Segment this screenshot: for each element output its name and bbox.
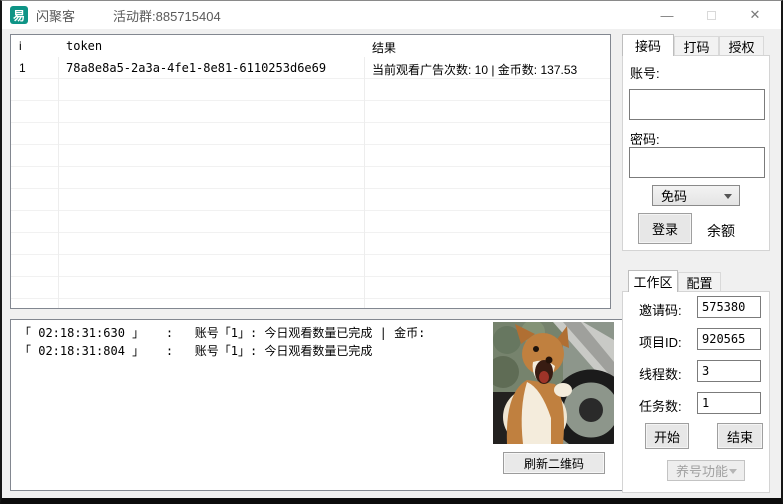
refresh-qrcode-button[interactable]: 刷新二维码 xyxy=(503,452,605,474)
token-table[interactable]: i token 结果 1 78a8e8a5-2a3a-4fe1-8e81-611… xyxy=(10,34,611,309)
column-header-result: 结果 xyxy=(364,35,610,57)
corgi-photo xyxy=(493,322,614,444)
cell-index: 1 xyxy=(11,57,58,79)
column-header-i: i xyxy=(11,35,58,57)
invite-code-label: 邀请码: xyxy=(639,300,682,319)
app-window: 易 闪聚客 活动群:885715404 — ✕ i token 结果 1 78a… xyxy=(0,0,783,504)
table-header: i token 结果 xyxy=(11,35,610,57)
task-count-label: 任务数: xyxy=(639,396,682,415)
nurture-function-value: 养号功能 xyxy=(676,461,728,480)
cell-token: 78a8e8a5-2a3a-4fe1-8e81-6110253d6e69 xyxy=(58,57,364,79)
project-id-label: 项目ID: xyxy=(639,332,682,351)
password-label: 密码: xyxy=(630,129,660,148)
minimize-icon: — xyxy=(661,8,674,23)
close-icon: ✕ xyxy=(750,7,761,23)
nurture-function-select[interactable]: 养号功能 xyxy=(667,460,745,481)
maximize-icon xyxy=(707,11,716,20)
tab-shouquan[interactable]: 授权 xyxy=(719,36,764,56)
project-id-input[interactable] xyxy=(697,328,761,350)
window-controls: — ✕ xyxy=(645,1,777,29)
thread-count-input[interactable] xyxy=(697,360,761,382)
balance-label[interactable]: 余额 xyxy=(707,221,735,241)
minimize-button[interactable]: — xyxy=(645,1,689,29)
tab-jiema[interactable]: 接码 xyxy=(622,34,674,56)
tab-config[interactable]: 配置 xyxy=(678,272,721,292)
table-empty-grid xyxy=(11,57,610,308)
account-input[interactable] xyxy=(629,89,765,120)
tab-workspace[interactable]: 工作区 xyxy=(628,270,678,292)
task-count-input[interactable] xyxy=(697,392,761,414)
cell-result: 当前观看广告次数: 10 | 金币数: 137.53 xyxy=(364,57,610,79)
chevron-down-icon xyxy=(729,469,737,474)
tab-dama[interactable]: 打码 xyxy=(674,36,719,56)
table-row[interactable]: 1 78a8e8a5-2a3a-4fe1-8e81-6110253d6e69 当… xyxy=(11,57,610,79)
stop-button[interactable]: 结束 xyxy=(717,423,763,449)
window-title: 闪聚客 xyxy=(36,6,75,25)
log-panel: 「 02:18:31:630 」 : 账号「1」: 今日观看数量已完成 | 金币… xyxy=(10,319,624,491)
thread-count-label: 线程数: xyxy=(639,364,682,383)
account-label: 账号: xyxy=(630,63,660,82)
code-mode-select[interactable]: 免码 xyxy=(652,185,740,206)
password-input[interactable] xyxy=(629,147,765,178)
column-header-token: token xyxy=(58,35,364,57)
app-icon: 易 xyxy=(10,6,28,24)
login-button[interactable]: 登录 xyxy=(638,213,692,244)
code-mode-value: 免码 xyxy=(661,186,687,205)
close-button[interactable]: ✕ xyxy=(733,1,777,29)
maximize-button[interactable] xyxy=(689,1,733,29)
start-button[interactable]: 开始 xyxy=(645,423,689,449)
invite-code-input[interactable] xyxy=(697,296,761,318)
chevron-down-icon xyxy=(724,194,732,199)
titlebar: 易 闪聚客 活动群:885715404 — ✕ xyxy=(2,1,781,29)
activity-group-label: 活动群:885715404 xyxy=(113,6,221,25)
